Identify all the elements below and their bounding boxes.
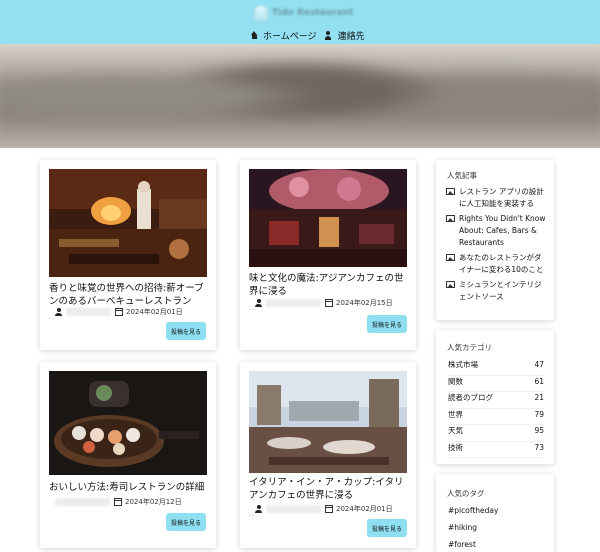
site-name: Tido Restaurant <box>272 8 354 18</box>
post-card: 味と文化の魔法:アジアンカフェの世界に浸る 2024年02月15日 ... 投稿… <box>240 160 416 350</box>
post-title[interactable]: イタリア・イン・ア・カップ:イタリアンカフェの世界に浸る <box>249 476 409 502</box>
categories-heading: 人気カテゴリ <box>447 343 492 352</box>
category-name: 天気 <box>448 426 463 435</box>
hero-image <box>0 44 600 148</box>
post-date: 2024年02月12日 <box>125 498 182 506</box>
post-title[interactable]: おいしい方法:寿司レストランの詳細 <box>49 481 209 494</box>
category-count: 79 <box>534 409 544 419</box>
popular-post-link[interactable]: Rights You Didn't Know About: Cafes, Bar… <box>446 213 548 249</box>
nav-contact-label: 連絡先 <box>337 32 365 42</box>
category-name: 技術 <box>448 442 463 452</box>
category-name: 世界 <box>448 409 463 419</box>
tag-link[interactable]: #hiking <box>448 523 498 540</box>
calendar-icon <box>114 498 122 506</box>
hero-banner <box>0 44 600 148</box>
author-name <box>266 505 321 513</box>
post-image-italian-cafe[interactable] <box>249 371 407 479</box>
popular-post-title: レストラン アプリの設計に人工知能を実装する <box>459 187 544 208</box>
post-title[interactable]: 味と文化の魔法:アジアンカフェの世界に浸る <box>249 272 409 298</box>
tags-list: #picoftheday #hiking #forest <box>448 506 498 552</box>
image-icon <box>446 254 455 261</box>
post-meta: 2024年02月01日 <box>255 504 393 514</box>
author-icon <box>55 308 62 316</box>
contact-icon <box>324 31 334 40</box>
more-dots: ... <box>49 315 56 321</box>
popular-post-title: Rights You Didn't Know About: Cafes, Bar… <box>459 214 546 247</box>
category-count: 95 <box>534 426 544 435</box>
category-count: 61 <box>534 376 544 386</box>
logo-icon <box>254 5 268 21</box>
popular-posts-widget: 人気記事 レストラン アプリの設計に人工知能を実装する Rights You D… <box>436 160 554 320</box>
post-meta: 2024年02月15日 <box>255 298 393 308</box>
view-post-button[interactable]: 投稿を見る <box>367 315 407 333</box>
site-logo[interactable]: Tido Restaurant <box>254 5 353 21</box>
tags-heading: 人気のタグ <box>447 489 485 498</box>
nav-contact-link[interactable]: 連絡先 <box>324 29 365 42</box>
post-date: 2024年02月01日 <box>336 505 393 513</box>
post-image-bbq[interactable] <box>49 169 207 277</box>
post-image-asian-cafe[interactable] <box>249 169 407 277</box>
author-icon <box>255 505 262 513</box>
more-dots: ... <box>249 512 256 518</box>
author-icon <box>255 299 262 307</box>
tags-widget: 人気のタグ #picoftheday #hiking #forest <box>436 474 554 552</box>
view-post-button[interactable]: 投稿を見る <box>367 519 407 537</box>
category-name: 株式市場 <box>448 360 478 369</box>
main-nav: ホームページ 連絡先 <box>250 29 373 42</box>
view-post-button[interactable]: 投稿を見る <box>166 322 206 340</box>
image-icon <box>446 215 455 222</box>
categories-list: 株式市場 47 関数 61 読者のブログ 21 世界 79 天気 95 技術 7… <box>448 359 544 458</box>
popular-post-title: ミシュランとインテリジェントソース <box>459 280 542 301</box>
calendar-icon <box>115 308 123 316</box>
tag-link[interactable]: #forest <box>448 540 498 552</box>
site-header: Tido Restaurant ホームページ 連絡先 <box>0 0 600 44</box>
more-dots: ... <box>249 306 256 312</box>
author-name <box>66 308 111 316</box>
category-item[interactable]: 技術 73 <box>448 442 544 458</box>
post-card: イタリア・イン・ア・カップ:イタリアンカフェの世界に浸る 2024年02月01日… <box>240 362 416 548</box>
category-name: 読者のブログ <box>448 393 493 402</box>
popular-posts-heading: 人気記事 <box>447 171 477 180</box>
category-count: 73 <box>534 442 544 452</box>
image-icon <box>446 188 455 195</box>
category-item[interactable]: 世界 79 <box>448 409 544 425</box>
category-item[interactable]: 株式市場 47 <box>448 359 544 376</box>
post-date: 2024年02月15日 <box>336 299 393 307</box>
view-post-button[interactable]: 投稿を見る <box>166 513 206 531</box>
nav-home-label: ホームページ <box>263 32 317 42</box>
category-count: 21 <box>534 393 544 402</box>
author-name <box>55 498 110 506</box>
tag-link[interactable]: #picoftheday <box>448 506 498 523</box>
home-icon <box>250 31 259 40</box>
category-item[interactable]: 天気 95 <box>448 425 544 442</box>
post-date: 2024年02月01日 <box>126 308 183 316</box>
post-card: 香りと味覚の世界への招待:薪オーブンのあるバーベキューレストラン 2024年02… <box>40 160 216 350</box>
category-name: 関数 <box>448 376 463 386</box>
popular-post-link[interactable]: レストラン アプリの設計に人工知能を実装する <box>446 186 548 210</box>
nav-home-link[interactable]: ホームページ <box>250 29 317 42</box>
post-title[interactable]: 香りと味覚の世界への招待:薪オーブンのあるバーベキューレストラン <box>49 282 209 308</box>
category-item[interactable]: 関数 61 <box>448 376 544 392</box>
popular-post-link[interactable]: ミシュランとインテリジェントソース <box>446 279 548 303</box>
post-meta: 2024年02月12日 <box>55 497 182 507</box>
post-meta: 2024年02月01日 <box>55 307 183 317</box>
category-item[interactable]: 読者のブログ 21 <box>448 392 544 409</box>
calendar-icon <box>325 299 333 307</box>
categories-widget: 人気カテゴリ 株式市場 47 関数 61 読者のブログ 21 世界 79 天気 … <box>436 330 554 464</box>
popular-post-link[interactable]: あなたのレストランがダイナーに変わる10のこと <box>446 252 548 276</box>
category-count: 47 <box>534 360 544 369</box>
popular-posts-list: レストラン アプリの設計に人工知能を実装する Rights You Didn't… <box>446 186 548 306</box>
image-icon <box>446 281 455 288</box>
popular-post-title: あなたのレストランがダイナーに変わる10のこと <box>459 253 544 274</box>
calendar-icon <box>325 505 333 513</box>
post-card: おいしい方法:寿司レストランの詳細 2024年02月12日 投稿を見る <box>40 362 216 548</box>
post-image-sushi[interactable] <box>49 371 207 479</box>
author-name <box>266 299 321 307</box>
